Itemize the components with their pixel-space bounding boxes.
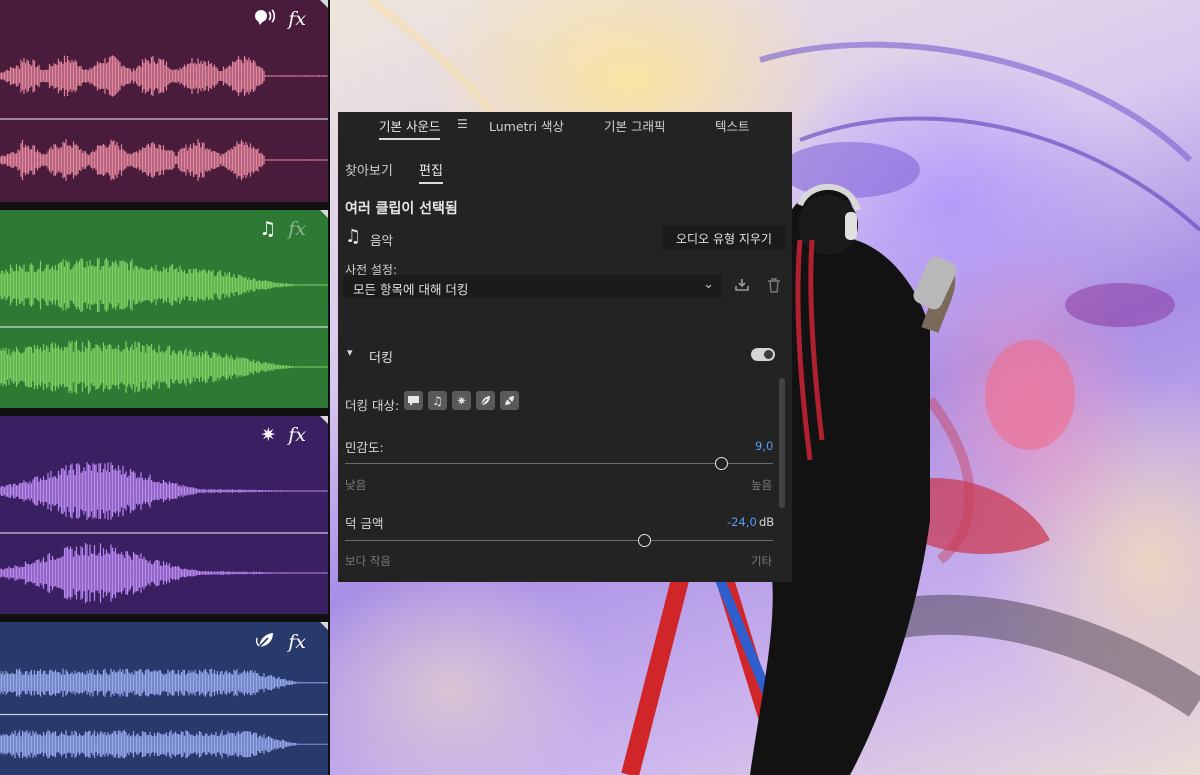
track-sfx[interactable]: ✷ fx: [0, 416, 328, 614]
duck-target-icons: ♫ ✷: [404, 391, 519, 410]
track-corner-marker: [320, 0, 328, 8]
subtab-edit[interactable]: 편집: [419, 160, 443, 184]
chevron-down-icon[interactable]: ▾: [347, 346, 353, 359]
sensitivity-high-label: 높음: [751, 478, 773, 492]
dialogue-icon[interactable]: [404, 391, 423, 410]
track-ambience[interactable]: fx: [0, 622, 328, 775]
duck-amount-high-label: 기타: [751, 554, 773, 568]
subtab-browse[interactable]: 찾아보기: [345, 160, 393, 179]
track-header-icons: ✷ fx: [260, 424, 306, 446]
audio-type-label: 음악: [370, 233, 394, 248]
trash-icon[interactable]: [767, 278, 781, 297]
music-note-icon: ♫: [345, 226, 362, 247]
sparkle-icon[interactable]: ✷: [260, 425, 276, 445]
track-dialogue[interactable]: fx: [0, 0, 328, 202]
fx-icon[interactable]: fx: [288, 424, 306, 446]
tab-essential-sound[interactable]: 기본 사운드: [379, 116, 441, 140]
duck-amount-value[interactable]: -24,0: [727, 515, 757, 529]
fx-icon[interactable]: fx: [288, 218, 306, 240]
dialogue-icon[interactable]: [254, 8, 276, 30]
track-waveform: [0, 55, 328, 181]
track-header-icons: fx: [256, 630, 306, 654]
tab-text[interactable]: 텍스트: [715, 116, 750, 135]
fx-icon[interactable]: fx: [288, 631, 306, 653]
ambience-icon[interactable]: [476, 391, 495, 410]
save-preset-icon[interactable]: [734, 278, 750, 296]
clear-audio-type-button[interactable]: 오디오 유형 지우기: [662, 226, 786, 250]
panel-scrollbar[interactable]: [779, 378, 785, 508]
track-header-icons: fx: [254, 8, 306, 30]
duck-amount-label: 덕 금액: [345, 516, 384, 531]
sensitivity-low-label: 낮음: [345, 478, 367, 492]
sensitivity-slider-track[interactable]: [345, 463, 773, 464]
unassigned-icon[interactable]: [500, 391, 519, 410]
tab-essential-graphics[interactable]: 기본 그래픽: [604, 116, 665, 135]
audio-track-lanes: fx ♫ fx ✷ fx fx: [0, 0, 330, 775]
ambience-icon[interactable]: [256, 630, 276, 654]
track-music[interactable]: ♫ fx: [0, 210, 328, 408]
duck-amount-low-label: 보다 작음: [345, 554, 391, 568]
tab-lumetri-color[interactable]: Lumetri 색상: [489, 116, 564, 135]
chevron-down-icon: ⌄: [703, 277, 714, 292]
preset-value: 모든 항목에 대해 더킹: [353, 282, 469, 297]
panel-tab-bar: 기본 사운드 ☰ Lumetri 색상 기본 그래픽 텍스트: [338, 112, 792, 144]
music-note-icon[interactable]: ♫: [428, 391, 447, 410]
duck-target-label: 더킹 대상:: [345, 398, 400, 413]
track-corner-marker: [320, 210, 328, 218]
track-corner-marker: [320, 622, 328, 630]
preset-dropdown[interactable]: 모든 항목에 대해 더킹 ⌄: [343, 275, 722, 298]
sensitivity-slider-thumb[interactable]: [714, 457, 728, 470]
essential-sound-panel: 기본 사운드 ☰ Lumetri 색상 기본 그래픽 텍스트 찾아보기 편집 여…: [338, 112, 792, 582]
fx-icon[interactable]: fx: [288, 8, 306, 30]
track-corner-marker: [320, 416, 328, 424]
sensitivity-label: 민감도:: [345, 440, 384, 455]
track-header-icons: ♫ fx: [259, 218, 306, 240]
ducking-section-title[interactable]: 더킹: [369, 347, 393, 366]
duck-amount-slider-track[interactable]: [345, 540, 773, 541]
ducking-enable-toggle[interactable]: [751, 348, 775, 361]
duck-amount-unit: dB: [759, 515, 775, 529]
duck-amount-slider-thumb[interactable]: [637, 534, 651, 547]
panel-menu-icon[interactable]: ☰: [457, 117, 468, 131]
sensitivity-value[interactable]: 9,0: [755, 439, 773, 453]
sparkle-icon[interactable]: ✷: [452, 391, 471, 410]
selection-heading: 여러 클립이 선택됨: [345, 201, 458, 217]
music-note-icon[interactable]: ♫: [259, 219, 276, 239]
